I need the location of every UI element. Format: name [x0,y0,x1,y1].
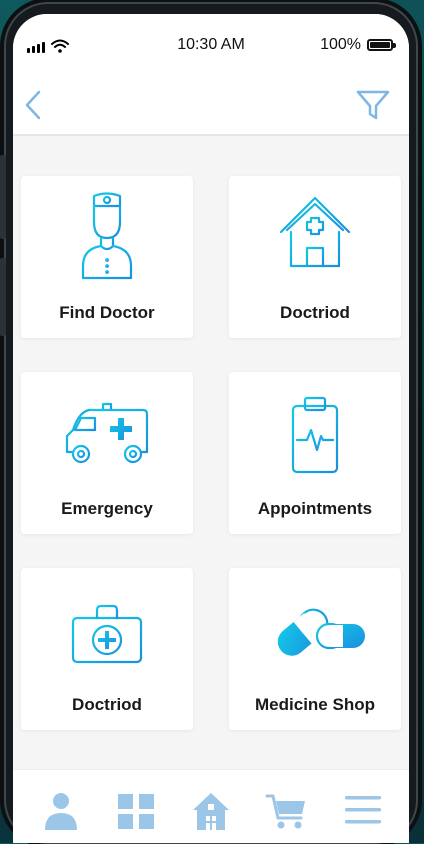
card-medicine-shop[interactable]: Medicine Shop [229,568,401,730]
card-label: Appointments [257,499,373,518]
app-screen: 10:30 AM 100% Find Doctor Doctriod Emerg… [13,14,409,843]
grid-icon[interactable] [114,788,158,832]
ambulance-icon [65,402,149,464]
phone-side-button [0,155,6,239]
service-grid: Find Doctor Doctriod Emergency Appointme… [21,176,401,730]
phone-side-button [0,258,6,336]
card-label: Doctriod [72,695,142,714]
status-bar: 10:30 AM 100% [13,14,409,74]
card-emergency[interactable]: Emergency [21,372,193,534]
battery-percent: 100% [320,36,361,53]
nav-bar [13,74,409,136]
card-doctriod[interactable]: Doctriod [229,176,401,338]
card-doctriod[interactable]: Doctriod [21,568,193,730]
doctor-icon [81,192,133,280]
pills-icon [277,608,365,656]
menu-icon[interactable] [341,788,385,832]
first-aid-kit-icon [71,604,143,664]
card-find-doctor[interactable]: Find Doctor [21,176,193,338]
profile-icon[interactable] [39,788,83,832]
card-label: Doctriod [280,303,350,322]
battery-fill [370,42,390,48]
hospital-house-icon [279,196,351,268]
battery-icon [367,39,396,51]
card-label: Medicine Shop [255,695,375,714]
filter-button[interactable] [355,88,391,122]
bottom-nav [13,769,409,843]
card-appointments[interactable]: Appointments [229,372,401,534]
card-label: Find Doctor [59,303,155,322]
cart-icon[interactable] [265,788,309,832]
back-button[interactable] [19,88,49,122]
card-label: Emergency [61,499,153,518]
home-icon[interactable] [189,788,233,832]
battery-indicator: 100% [320,36,396,54]
clipboard-heartbeat-icon [291,396,339,474]
